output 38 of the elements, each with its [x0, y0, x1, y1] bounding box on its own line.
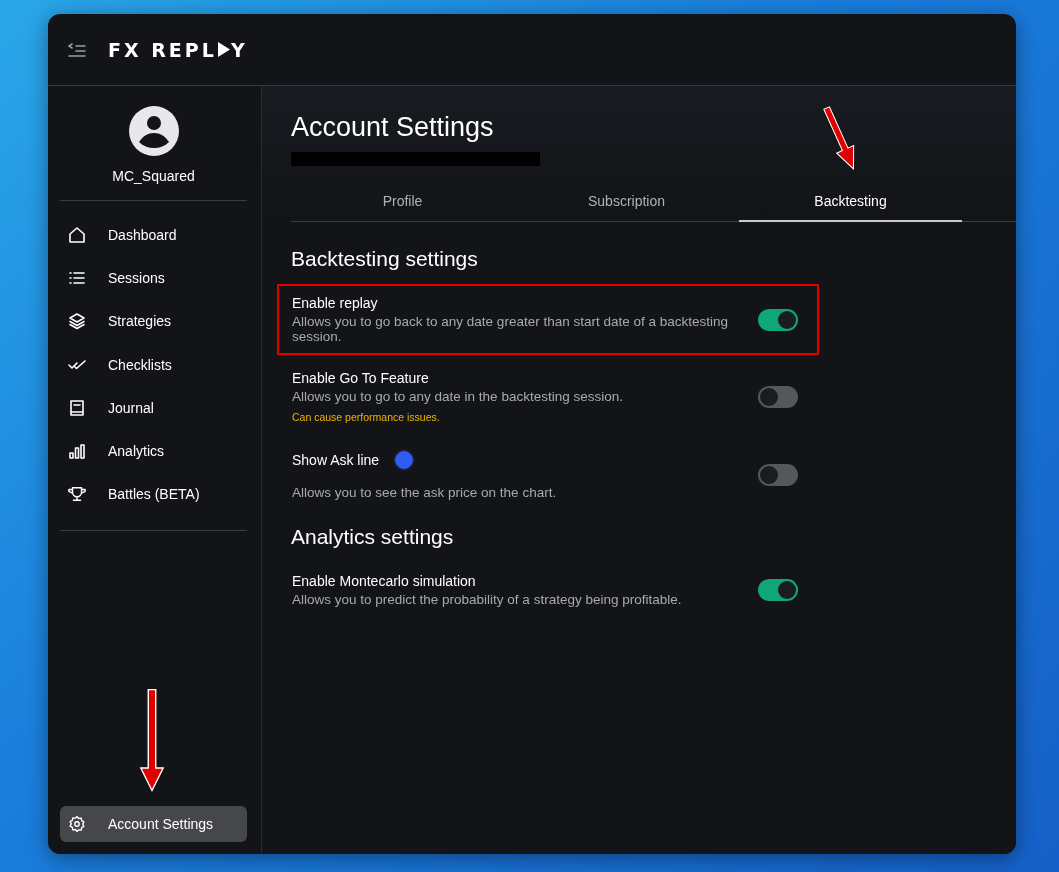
section-title: Analytics settings [291, 525, 455, 549]
journal-icon [68, 398, 86, 417]
home-icon [68, 225, 86, 244]
sidebar-item[interactable]: Dashboard [60, 213, 247, 257]
setting-title: Enable Go To Feature [292, 370, 429, 386]
setting-description: Allows you to predict the probability of a strategy being profitable. [292, 592, 683, 607]
avatar-icon [128, 106, 179, 156]
layers-icon [68, 312, 86, 331]
tab[interactable]: Backtesting [739, 186, 962, 222]
toggle-switch[interactable] [758, 308, 798, 331]
color-dot[interactable] [393, 449, 416, 471]
section-title: Backtesting settings [291, 247, 479, 271]
setting-title: Enable replay [292, 295, 378, 311]
sidebar-item[interactable]: Analytics [60, 429, 247, 473]
settings-icon [68, 815, 86, 833]
page-title: Account Settings [291, 112, 495, 143]
setting-description: Allows you to go back to any date greater than start date of a backtesting session. [292, 314, 729, 344]
sidebar-item[interactable]: Sessions [60, 256, 247, 300]
setting-title: Enable Montecarlo simulation [292, 573, 476, 589]
account-settings-button[interactable]: Account Settings [60, 806, 247, 842]
sidebar-item[interactable]: Battles (BETA) [60, 472, 247, 517]
sidebar-item[interactable]: Journal [60, 386, 247, 430]
app-logo: FX REPL Y [108, 38, 248, 61]
setting-description: Allows you to see the ask price on the chart. [292, 485, 558, 500]
tab[interactable]: Subscription [515, 186, 738, 222]
toggle-switch[interactable] [758, 385, 798, 408]
setting-description: Allows you to go to any date in the backtesting session. [292, 389, 624, 404]
tab[interactable]: Profile [291, 186, 514, 222]
sidebar-item[interactable]: Strategies [60, 299, 247, 343]
setting-title: Show Ask line [292, 452, 380, 468]
toggle-switch[interactable] [758, 579, 798, 601]
trophy-icon [68, 485, 86, 504]
toggle-switch[interactable] [758, 463, 798, 486]
warning-text: Can cause performance issues. [292, 411, 441, 423]
sidebar-item[interactable]: Checklists [60, 342, 247, 387]
bar-chart-icon [68, 442, 86, 461]
collapse-menu-icon[interactable] [68, 42, 86, 57]
username: MC_Squared [112, 168, 195, 184]
